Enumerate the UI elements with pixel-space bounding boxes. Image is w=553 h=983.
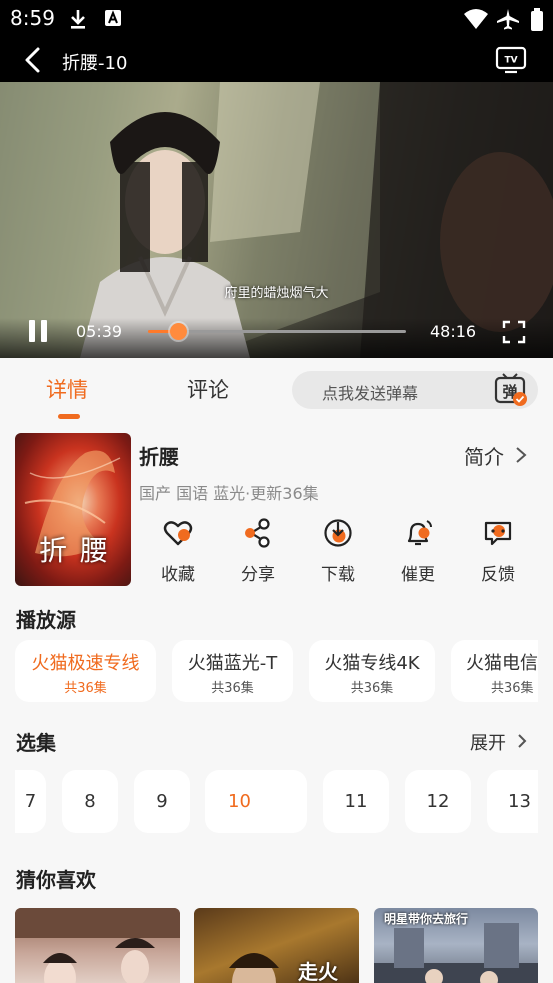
feedback-button[interactable]: 反馈: [468, 516, 528, 588]
source-count: 共36集: [211, 681, 254, 696]
recommend-section-title: 猜你喜欢: [16, 868, 96, 892]
favorite-label: 收藏: [161, 565, 195, 585]
episode-item[interactable]: 8: [62, 770, 118, 833]
share-label: 分享: [241, 565, 275, 585]
danmu-toggle-icon[interactable]: 弹: [494, 373, 528, 407]
poster-title-text: 折 腰: [39, 534, 110, 567]
recommend-card-text: 明星带你去旅行: [384, 912, 469, 926]
danmu-input[interactable]: 点我发送弹幕 弹: [292, 371, 538, 409]
back-arrow-icon: [25, 47, 40, 73]
source-count: 共36集: [64, 681, 107, 696]
heart-icon: [163, 521, 193, 546]
video-player[interactable]: 府里的蜡烛烟气大 05:39 48:16: [0, 82, 553, 358]
recommend-card[interactable]: 明星带你去旅行: [374, 908, 538, 983]
recommend-card[interactable]: 走火: [194, 908, 359, 983]
feedback-icon: [484, 521, 512, 546]
status-bar: 8:59: [0, 0, 553, 38]
pause-button[interactable]: [26, 318, 50, 344]
cast-tv-button[interactable]: TV: [495, 45, 527, 75]
tab-details[interactable]: 详情: [46, 374, 88, 404]
video-title: 折腰-10: [62, 53, 128, 74]
source-name: 火猫蓝光-T: [187, 653, 278, 674]
urge-update-label: 催更: [401, 565, 435, 585]
player-top-bar: 折腰-10 TV: [0, 38, 553, 82]
source-count: 共36集: [491, 681, 534, 696]
source-card[interactable]: 火猫极速专线 共36集: [15, 640, 156, 702]
tab-bar: 详情 评论 点我发送弹幕 弹: [0, 358, 553, 420]
tv-icon: TV: [495, 46, 527, 74]
show-poster[interactable]: 折 腰: [15, 433, 131, 586]
recommend-card[interactable]: [15, 908, 180, 983]
episode-item[interactable]: 9: [134, 770, 190, 833]
bell-icon: [407, 520, 432, 546]
episode-item-active[interactable]: 10: [205, 770, 307, 833]
episode-list: 7 8 9 10 11 12 13: [15, 770, 538, 833]
pause-bar-right: [41, 320, 47, 342]
share-icon: [245, 518, 270, 548]
episode-item[interactable]: 12: [405, 770, 471, 833]
show-meta: 国产 国语 蓝光·更新36集: [139, 484, 319, 503]
download-icon: [68, 8, 88, 35]
source-card[interactable]: 火猫专线4K 共36集: [309, 640, 435, 702]
download-circle-icon: [324, 519, 352, 547]
wifi-icon: [463, 8, 489, 35]
fullscreen-button[interactable]: [502, 320, 526, 344]
svg-text:TV: TV: [504, 56, 517, 66]
expand-link[interactable]: 展开: [470, 729, 506, 755]
episode-item[interactable]: 7: [15, 770, 46, 833]
episodes-section-title: 选集: [16, 731, 56, 755]
video-subtitle: 府里的蜡烛烟气大: [224, 286, 329, 301]
episode-item[interactable]: 11: [323, 770, 389, 833]
source-name: 火猫电信: [466, 653, 538, 674]
text-a-icon: [104, 8, 122, 33]
tab-comments[interactable]: 评论: [187, 374, 229, 404]
download-label: 下载: [321, 565, 355, 585]
progress-knob[interactable]: [170, 323, 188, 340]
episode-item[interactable]: 13: [487, 770, 538, 833]
show-title: 折腰: [139, 445, 179, 469]
total-time: 48:16: [430, 322, 477, 341]
screen: 8:59 折腰-10 TV 府里的蜡烛烟气大 05:39 48:16 详情 评论…: [0, 0, 553, 983]
airplane-icon: [496, 8, 520, 35]
tab-active-indicator: [58, 414, 80, 419]
chevron-right-icon[interactable]: [514, 446, 528, 464]
sources-section-title: 播放源: [16, 608, 76, 632]
intro-link[interactable]: 简介: [464, 441, 504, 470]
fullscreen-icon: [502, 320, 526, 344]
share-button[interactable]: 分享: [228, 516, 288, 588]
feedback-label: 反馈: [481, 565, 515, 585]
back-button[interactable]: [18, 46, 52, 74]
video-frame-image: [0, 82, 553, 358]
playing-indicator-icon: [257, 805, 281, 813]
battery-icon: [530, 8, 544, 37]
source-card[interactable]: 火猫蓝光-T 共36集: [172, 640, 293, 702]
download-button[interactable]: 下载: [308, 516, 368, 588]
chevron-right-icon[interactable]: [516, 733, 528, 749]
recommend-card-text: 走火: [298, 960, 338, 983]
source-name: 火猫极速专线: [31, 653, 140, 674]
recommend-poster-image: [15, 908, 180, 983]
source-count: 共36集: [350, 681, 394, 696]
current-time: 05:39: [76, 322, 123, 341]
progress-bar[interactable]: [148, 323, 406, 340]
pause-bar-left: [29, 320, 35, 342]
source-card[interactable]: 火猫电信 共36集: [451, 640, 538, 702]
urge-update-button[interactable]: 催更: [388, 516, 448, 588]
favorite-button[interactable]: 收藏: [148, 516, 208, 588]
danmu-placeholder: 点我发送弹幕: [322, 384, 419, 403]
source-name: 火猫专线4K: [324, 653, 420, 674]
status-time: 8:59: [10, 6, 55, 30]
player-controls: 05:39 48:16: [0, 318, 553, 358]
